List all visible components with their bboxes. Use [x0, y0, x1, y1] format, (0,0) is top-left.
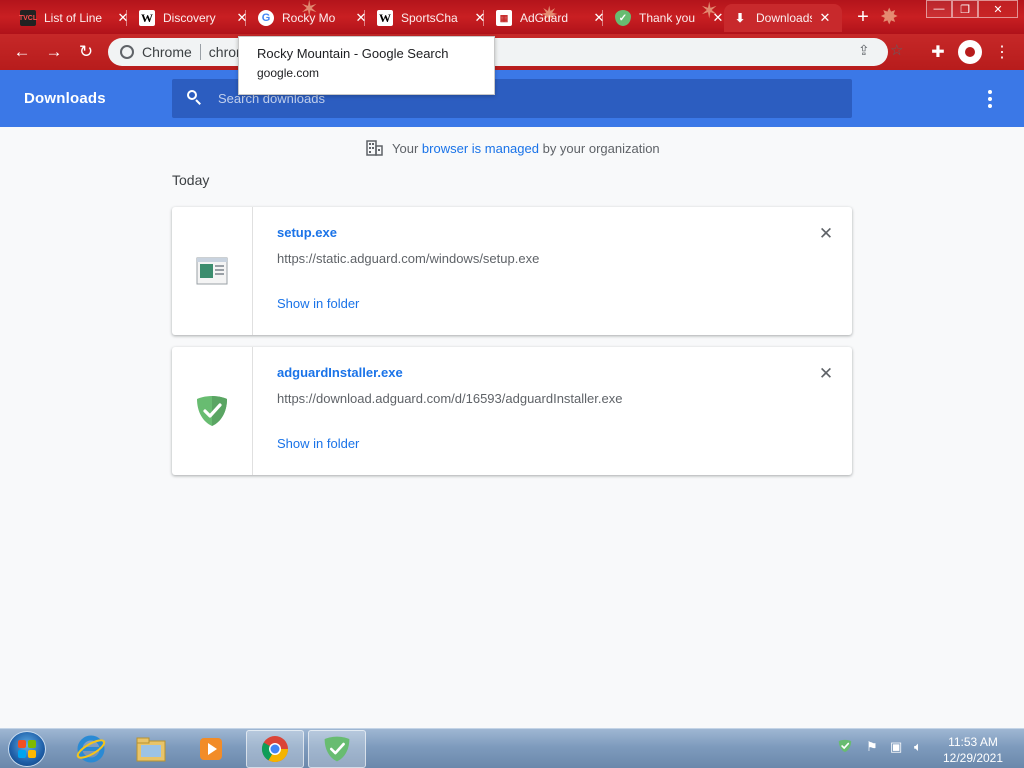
file-explorer-icon[interactable]	[122, 730, 180, 768]
remove-download-icon[interactable]: ✕	[818, 364, 834, 384]
tab-separator	[483, 10, 484, 26]
close-tab-icon[interactable]: ✕	[116, 10, 130, 26]
address-chip: Chrome	[142, 44, 201, 60]
back-button[interactable]: ←	[10, 40, 34, 64]
managed-text-prefix: Your	[392, 140, 419, 156]
tab-strip: ✶ ✷ ✶ ✸ TVCL List of Line ✕ W Discovery …	[0, 0, 1024, 34]
tab-list-of-lines[interactable]: TVCL List of Line ✕	[12, 4, 138, 32]
close-tab-icon[interactable]: ✕	[592, 10, 606, 26]
remove-download-icon[interactable]: ✕	[818, 224, 834, 244]
internet-explorer-icon[interactable]	[62, 730, 120, 768]
reload-button[interactable]: ↻	[74, 40, 98, 64]
close-tab-icon[interactable]: ✕	[473, 10, 487, 26]
managed-notice: Your browser is managed by your organiza…	[366, 140, 660, 156]
adguard-taskbar-icon[interactable]	[308, 730, 366, 768]
tab-label: Rocky Mo	[282, 11, 336, 25]
managed-link[interactable]: browser is managed	[422, 141, 539, 156]
managed-text-suffix: by your organization	[542, 140, 660, 156]
action-center-flag-icon[interactable]: ⚑	[866, 739, 878, 755]
tab-label: Thank you	[639, 11, 696, 25]
download-icon-column	[172, 207, 253, 335]
tab-separator	[245, 10, 246, 26]
windows-taskbar: ⚑ ▣ 🔈︎ 11:53 AM 12/29/2021	[0, 728, 1024, 768]
tooltip-title: Rocky Mountain - Google Search	[257, 46, 449, 61]
address-bar[interactable]: Chrome chrome://downloads	[108, 38, 888, 66]
tab-label: List of Line	[44, 11, 103, 25]
tab-adguard[interactable]: ▦ AdGuard ✕	[488, 4, 614, 32]
new-tab-button[interactable]: +	[852, 6, 874, 29]
tab-discovery[interactable]: W Discovery ✕	[131, 4, 257, 32]
tab-rocky-mountain[interactable]: G Rocky Mo ✕	[250, 4, 376, 32]
tab-thank-you[interactable]: ✓ Thank you ✕	[607, 4, 733, 32]
download-item: setup.exe https://static.adguard.com/win…	[172, 207, 852, 335]
clock-date: 12/29/2021	[942, 751, 1004, 765]
adguard-shield-icon	[197, 396, 227, 426]
google-icon: G	[258, 10, 274, 26]
tab-downloads[interactable]: ⬇ Downloads ✕	[724, 4, 842, 32]
tab-label: Downloads	[756, 11, 812, 25]
tvcl-logo-icon: TVCL	[19, 10, 37, 26]
browser-toolbar: ← → ↻ Chrome chrome://downloads ⇪ ☆ ✚ ⋮	[0, 34, 1024, 70]
close-tab-icon[interactable]: ✕	[354, 10, 368, 26]
bookmark-star-icon[interactable]: ☆	[890, 41, 903, 59]
volume-icon[interactable]: 🔈︎	[914, 739, 922, 755]
profile-avatar[interactable]	[958, 40, 982, 64]
tab-hover-tooltip: Rocky Mountain - Google Search google.co…	[238, 36, 495, 95]
download-source-url[interactable]: https://static.adguard.com/windows/setup…	[277, 251, 539, 266]
wikipedia-icon: W	[377, 10, 393, 26]
show-in-folder-link[interactable]: Show in folder	[277, 436, 359, 451]
close-window-button[interactable]: ✕	[978, 0, 1018, 18]
chrome-page-icon	[120, 45, 134, 59]
tab-label: Discovery	[163, 11, 216, 25]
minimize-window-button[interactable]: —	[926, 0, 952, 18]
search-icon	[187, 90, 201, 105]
adguard-calendar-icon: ▦	[496, 10, 512, 26]
extensions-puzzle-icon[interactable]: ✚	[926, 40, 950, 64]
tab-separator	[126, 10, 127, 26]
tab-sportscha[interactable]: W SportsCha ✕	[369, 4, 495, 32]
page-title: Downloads	[24, 90, 106, 107]
show-in-folder-link[interactable]: Show in folder	[277, 296, 359, 311]
download-item: adguardInstaller.exe https://download.ad…	[172, 347, 852, 475]
building-icon	[366, 140, 383, 156]
tab-separator	[602, 10, 603, 26]
more-actions-icon[interactable]	[982, 90, 998, 108]
close-tab-icon[interactable]: ✕	[818, 10, 832, 26]
tab-separator	[364, 10, 365, 26]
forward-button[interactable]: →	[42, 40, 66, 64]
adguard-tray-icon[interactable]	[838, 739, 852, 756]
clock-time: 11:53 AM	[948, 735, 998, 749]
exe-file-icon	[196, 257, 228, 285]
close-tab-icon[interactable]: ✕	[711, 10, 725, 26]
start-button[interactable]	[8, 731, 46, 767]
tab-label: AdGuard	[520, 11, 569, 25]
date-header: Today	[172, 172, 210, 188]
download-icon-column	[172, 347, 253, 475]
close-tab-icon[interactable]: ✕	[235, 10, 249, 26]
windows-logo-icon	[18, 740, 36, 758]
downloads-icon: ⬇	[734, 11, 746, 25]
share-icon[interactable]: ⇪	[858, 42, 870, 59]
sparkle-decoration: ✸	[880, 4, 899, 29]
download-filename-link[interactable]: setup.exe	[277, 225, 337, 240]
download-filename-link[interactable]: adguardInstaller.exe	[277, 365, 403, 380]
downloads-header: Downloads	[0, 70, 1024, 127]
restore-window-button[interactable]: ❐	[952, 0, 978, 18]
chrome-taskbar-icon[interactable]	[246, 730, 304, 768]
media-player-icon[interactable]	[182, 730, 240, 768]
wikipedia-icon: W	[139, 10, 155, 26]
browser-menu-icon[interactable]: ⋮	[990, 40, 1014, 64]
tab-label: SportsCha	[401, 11, 458, 25]
system-clock[interactable]: 11:53 AM 12/29/2021	[938, 734, 1008, 766]
network-icon[interactable]: ▣	[890, 739, 902, 755]
profile-icon	[965, 47, 975, 57]
tooltip-domain: google.com	[257, 66, 320, 80]
download-source-url[interactable]: https://download.adguard.com/d/16593/adg…	[277, 391, 622, 406]
adguard-shield-icon: ✓	[615, 10, 631, 26]
